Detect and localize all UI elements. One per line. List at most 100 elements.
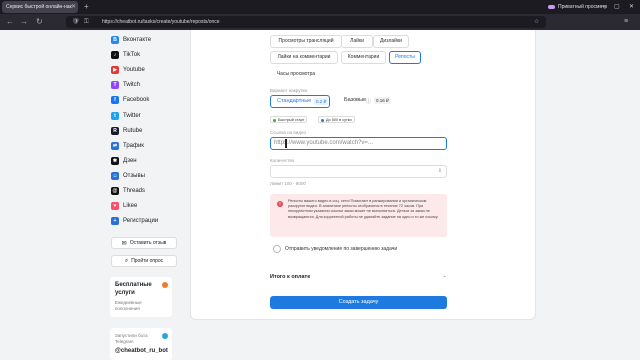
- quantity-stepper-icon[interactable]: ⇕: [438, 166, 442, 177]
- shield-icon[interactable]: 🛡: [72, 16, 80, 28]
- browser-tab-bar: Сервис быстрой онлайн-нак ✕ + Приватный …: [0, 0, 640, 14]
- tab-title: Сервис быстрой онлайн-нак: [6, 4, 72, 10]
- telegram-bot-card[interactable]: Запустили бота Telegram @cheatbot_ru_bot: [110, 328, 172, 360]
- sidebar-item-reviews[interactable]: ☺ Отзывы: [111, 171, 145, 181]
- sidebar-item-label: Twitter: [123, 113, 141, 119]
- sidebar-item-label: Threads: [123, 188, 146, 194]
- leave-review-button[interactable]: ✉ Оставить отзыв: [111, 237, 177, 249]
- take-survey-button[interactable]: ⌕ Пройти опрос: [111, 255, 177, 267]
- option-standard-price: 0.2 ₽: [314, 98, 329, 105]
- take-survey-label: Пройти опрос: [131, 258, 164, 264]
- total-label: Итого к оплате: [270, 274, 311, 280]
- search-icon: ⌕: [124, 257, 129, 264]
- reviews-icon: ☺: [111, 172, 119, 180]
- sidebar-item-label: Twitch: [123, 82, 141, 88]
- sidebar-item-label: Регистрации: [123, 218, 159, 224]
- address-bar[interactable]: 🛡 ⚿ https://cheatbot.ru/tasks/create/you…: [66, 16, 546, 28]
- browser-tab[interactable]: Сервис быстрой онлайн-нак ✕: [2, 1, 78, 13]
- tab-comment-likes[interactable]: Лайки на комментарии: [270, 51, 338, 64]
- tiktok-icon: ♪: [111, 51, 119, 59]
- window-close-button[interactable]: ✕: [629, 0, 634, 14]
- tab-watch-hours[interactable]: Часы просмотра: [270, 68, 322, 81]
- task-form-panel: Просмотры трансляций Лайки Дизлайки Лайк…: [190, 30, 536, 320]
- twitch-icon: T: [111, 81, 119, 89]
- sidebar-item-dzen[interactable]: ✱ Дзен: [111, 156, 137, 166]
- sidebar-item-tiktok[interactable]: ♪ TikTok: [111, 50, 140, 60]
- browser-toolbar: ← → ↻ 🛡 ⚿ https://cheatbot.ru/tasks/crea…: [0, 14, 640, 30]
- video-link-placeholder: https://www.youtube.com/watch?v=...: [274, 140, 373, 146]
- telegram-icon: [162, 333, 168, 339]
- sidebar-item-registrations[interactable]: + Регистрации: [111, 216, 158, 226]
- option-basic-label: Базовые: [344, 97, 367, 103]
- sidebar-item-likee[interactable]: ♥ Likee: [111, 201, 137, 211]
- telegram-subtitle: Запустили бота Telegram: [115, 333, 148, 344]
- tab-dislikes[interactable]: Дизлайки: [373, 35, 409, 48]
- free-services-subtitle: Ежедневные пополнения: [115, 300, 142, 311]
- quantity-label: Количество: [270, 158, 295, 163]
- back-button[interactable]: ←: [6, 14, 14, 30]
- sidebar-item-twitch[interactable]: T Twitch: [111, 80, 140, 90]
- option-standard[interactable]: Стандартные 0.2 ₽: [270, 95, 330, 108]
- threads-icon: @: [111, 187, 119, 195]
- youtube-icon: ▶: [111, 66, 119, 74]
- reload-button[interactable]: ↻: [36, 14, 43, 30]
- url-text[interactable]: https://cheatbot.ru/tasks/create/youtube…: [102, 16, 220, 28]
- lock-icon[interactable]: ⚿: [84, 16, 89, 28]
- sidebar-item-vkontakte[interactable]: В Вконтакте: [111, 35, 151, 45]
- status-dot-icon: [273, 118, 276, 122]
- maximize-button[interactable]: ▢: [614, 0, 620, 14]
- free-services-title: Бесплатные услуги: [115, 282, 152, 296]
- tab-close-icon[interactable]: ✕: [71, 1, 76, 13]
- sidebar-item-twitter[interactable]: t Twitter: [111, 111, 141, 121]
- sidebar-item-label: Дзен: [123, 158, 137, 164]
- tag-daily-limit: До 500 в сутки: [318, 116, 355, 123]
- new-tab-button[interactable]: +: [84, 1, 89, 13]
- tag-fast-start: Быстрый старт: [270, 116, 308, 123]
- sidebar-item-traffic[interactable]: ⇄ Трафик: [111, 141, 144, 151]
- twitter-icon: t: [111, 112, 119, 120]
- option-basic-price: 0.16 ₽: [374, 97, 391, 104]
- sidebar-item-label: Трафик: [123, 143, 144, 149]
- tab-comments[interactable]: Комментарии: [341, 51, 386, 64]
- dzen-icon: ✱: [111, 157, 119, 165]
- gift-icon: [162, 282, 168, 288]
- forward-button[interactable]: →: [20, 14, 28, 30]
- tag-fast-start-label: Быстрый старт: [278, 118, 305, 122]
- notify-label[interactable]: Отправить уведомление по завершению зада…: [285, 246, 397, 252]
- total-section[interactable]: Итого к оплате ⌄: [270, 273, 447, 284]
- boost-variant-label: Вариант накрутки: [270, 88, 308, 93]
- registrations-icon: +: [111, 217, 119, 225]
- quantity-input[interactable]: ⇕: [270, 165, 447, 178]
- tab-stream-views[interactable]: Просмотры трансляций: [270, 35, 342, 48]
- tab-likes[interactable]: Лайки: [341, 35, 373, 48]
- telegram-handle[interactable]: @cheatbot_ru_bot: [115, 347, 168, 355]
- option-basic[interactable]: Базовые ⓘ 0.16 ₽: [338, 95, 398, 108]
- sidebar-item-threads[interactable]: @ Threads: [111, 186, 145, 196]
- free-services-card[interactable]: Бесплатные услуги Ежедневные пополнения: [110, 277, 172, 317]
- mail-icon: ✉: [121, 240, 127, 247]
- likee-icon: ♥: [111, 202, 119, 210]
- minimize-button[interactable]: —: [600, 0, 606, 14]
- tag-daily-limit-label: До 500 в сутки: [326, 118, 352, 122]
- create-task-button[interactable]: Создать задачу: [270, 296, 447, 309]
- notify-checkbox[interactable]: [273, 245, 281, 253]
- sidebar-item-rutube[interactable]: R Rutube: [111, 126, 142, 136]
- sidebar-item-label: Отзывы: [123, 173, 145, 179]
- tab-reposts[interactable]: Репосты: [389, 51, 421, 64]
- alert-text: Репосты вашего видео в соц. сети! Помога…: [288, 199, 439, 219]
- video-link-input[interactable]: https://www.youtube.com/watch?v=...: [270, 137, 447, 150]
- option-standard-label: Стандартные: [277, 98, 312, 104]
- chevron-down-icon[interactable]: ⌄: [442, 273, 447, 279]
- alert-icon: !: [277, 201, 283, 207]
- sidebar-item-label: Вконтакте: [123, 37, 152, 43]
- text-cursor-icon: [285, 139, 287, 148]
- private-mask-icon: [548, 4, 555, 9]
- bookmark-star-icon[interactable]: ☆: [534, 16, 539, 28]
- info-icon[interactable]: ⓘ: [366, 97, 371, 108]
- menu-icon[interactable]: ≡: [624, 14, 628, 30]
- facebook-icon: f: [111, 96, 119, 104]
- sidebar-item-youtube[interactable]: ▶ Youtube: [111, 65, 145, 75]
- quantity-hint: Лимит 100 - 8000: [270, 181, 306, 186]
- sidebar-item-facebook[interactable]: f Facebook: [111, 95, 149, 105]
- info-alert: ! Репосты вашего видео в соц. сети! Помо…: [270, 194, 447, 237]
